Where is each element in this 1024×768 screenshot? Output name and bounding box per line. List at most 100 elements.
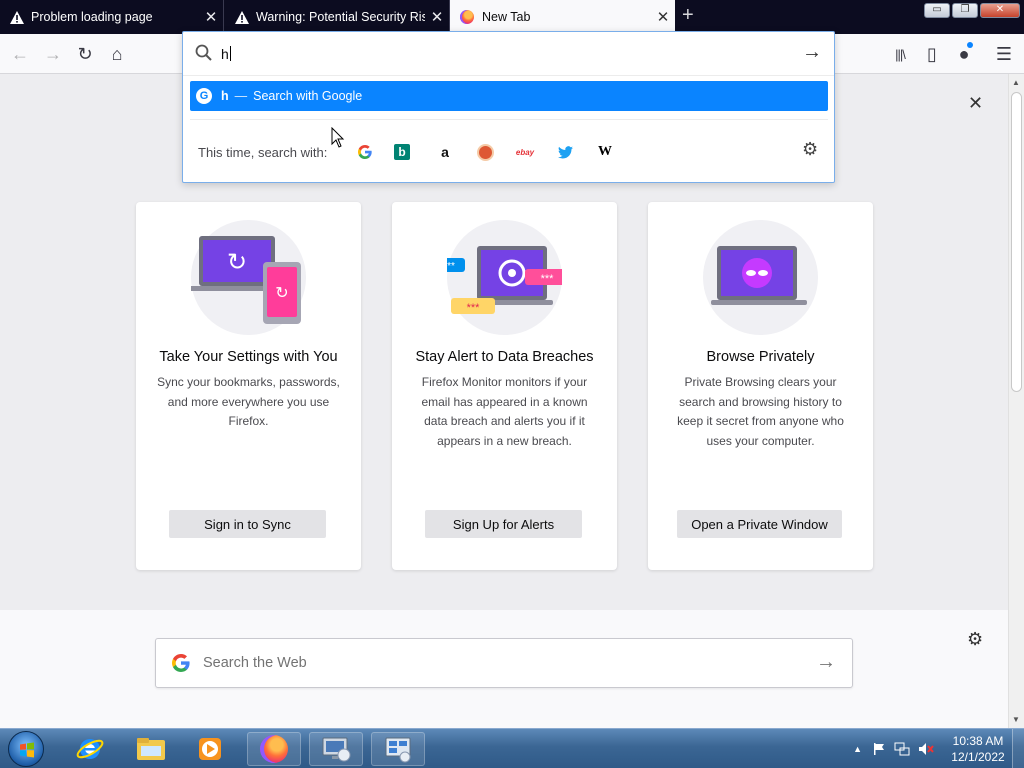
back-button[interactable]: ← xyxy=(8,42,32,66)
suggestion-query: h xyxy=(221,89,229,103)
urlbar-value[interactable]: h xyxy=(221,46,231,62)
monitor-illustration: ** *** *** xyxy=(437,220,569,335)
svg-text:***: *** xyxy=(541,273,555,285)
warning-icon xyxy=(235,10,249,24)
clock-time: 10:38 AM xyxy=(952,734,1004,748)
divider xyxy=(190,119,828,120)
forward-button[interactable]: → xyxy=(41,42,65,66)
duckduckgo-engine-button[interactable] xyxy=(474,141,496,163)
gear-icon[interactable]: ⚙ xyxy=(802,139,818,160)
card-description: Firefox Monitor monitors if your email h… xyxy=(421,375,588,448)
card-title: Browse Privately xyxy=(706,349,815,365)
open-private-window-button[interactable]: Open a Private Window xyxy=(677,510,842,538)
reload-button[interactable]: ↻ xyxy=(73,42,97,66)
tab-label: Warning: Potential Security Risk Ahead xyxy=(256,10,425,24)
card-sync: ↻ ↻ Take Your Settings with You Sync you… xyxy=(136,202,361,570)
wikipedia-engine-button[interactable]: W xyxy=(594,141,616,163)
mouse-cursor-icon xyxy=(331,127,345,148)
tab-close-icon[interactable]: ✕ xyxy=(425,8,449,26)
tab-strip: Problem loading page ✕ Warning: Potentia… xyxy=(0,0,1024,34)
internet-explorer-icon xyxy=(76,739,104,759)
dismiss-cards-button[interactable]: ✕ xyxy=(968,93,983,114)
action-center-flag-icon[interactable] xyxy=(872,742,886,756)
home-button[interactable]: ⌂ xyxy=(105,42,129,66)
urlbar-popup: h → G h — Search with Google This time, … xyxy=(182,31,835,183)
twitter-icon xyxy=(557,145,573,158)
card-private: Browse Privately Private Browsing clears… xyxy=(648,202,873,570)
bing-engine-button[interactable]: b xyxy=(394,144,410,160)
web-search-placeholder: Search the Web xyxy=(203,655,307,671)
card-description: Private Browsing clears your search and … xyxy=(677,375,844,448)
sync-illustration: ↻ ↻ xyxy=(189,220,306,335)
gear-icon[interactable]: ⚙ xyxy=(967,629,983,650)
tab-label: Problem loading page xyxy=(31,10,153,24)
taskbar-internet-explorer[interactable] xyxy=(63,732,117,766)
start-button[interactable] xyxy=(8,731,44,767)
taskbar-network[interactable] xyxy=(371,732,425,766)
suggestion-action: Search with Google xyxy=(253,89,363,103)
tab-label: New Tab xyxy=(482,10,531,24)
network-icon xyxy=(385,737,411,763)
duckduckgo-icon xyxy=(476,143,494,161)
taskbar-firefox[interactable] xyxy=(247,732,301,766)
network-tray-icon[interactable] xyxy=(894,742,910,756)
svg-text:↻: ↻ xyxy=(275,285,288,302)
web-search-box[interactable]: Search the Web → xyxy=(155,638,853,688)
warning-icon xyxy=(10,10,24,24)
twitter-engine-button[interactable] xyxy=(554,141,576,163)
tab-security-warning[interactable]: Warning: Potential Security Risk Ahead ✕ xyxy=(225,0,450,34)
svg-text:***: *** xyxy=(467,302,481,314)
google-icon xyxy=(172,654,190,672)
clock[interactable]: 10:38 AM 12/1/2022 xyxy=(946,733,1010,765)
minimize-button[interactable]: ▭ xyxy=(924,3,950,18)
taskbar-media-player[interactable] xyxy=(183,732,237,766)
search-suggestion-row[interactable]: G h — Search with Google xyxy=(190,81,828,111)
scroll-thumb[interactable] xyxy=(1011,92,1022,392)
google-engine-button[interactable] xyxy=(354,141,376,163)
go-arrow-icon[interactable]: → xyxy=(802,41,822,64)
folder-icon xyxy=(137,738,165,760)
suggestion-separator: — xyxy=(234,89,248,103)
urlbar-input[interactable]: h → xyxy=(183,32,834,76)
volume-muted-icon[interactable] xyxy=(918,742,934,756)
taskbar-remote-desktop[interactable] xyxy=(309,732,363,766)
tab-new-tab[interactable]: New Tab ✕ xyxy=(450,0,675,34)
google-icon xyxy=(358,145,372,159)
card-title: Stay Alert to Data Breaches xyxy=(415,349,594,365)
restore-button[interactable]: ❐ xyxy=(952,3,978,18)
taskbar-windows-explorer[interactable] xyxy=(124,732,178,766)
window-controls: ▭ ❐ ✕ xyxy=(924,3,1020,18)
firefox-icon xyxy=(260,735,288,763)
card-monitor: ** *** *** Stay Alert to Data Breaches F… xyxy=(392,202,617,570)
sidebar-button[interactable]: ▯ xyxy=(920,42,944,66)
windows-logo-icon xyxy=(20,742,34,758)
show-hidden-icons-icon[interactable]: ▲ xyxy=(853,744,862,754)
tab-problem-loading[interactable]: Problem loading page ✕ xyxy=(0,0,224,34)
search-icon xyxy=(195,44,212,61)
menu-button[interactable]: ☰ xyxy=(992,42,1016,66)
google-icon: G xyxy=(196,88,212,104)
sign-in-to-sync-button[interactable]: Sign in to Sync xyxy=(169,510,326,538)
show-desktop-button[interactable] xyxy=(1012,729,1024,768)
scroll-up-icon[interactable]: ▲ xyxy=(1012,78,1020,87)
private-illustration xyxy=(703,220,818,335)
tab-close-icon[interactable]: ✕ xyxy=(651,8,675,26)
svg-text:↻: ↻ xyxy=(227,249,247,276)
sign-up-for-alerts-button[interactable]: Sign Up for Alerts xyxy=(425,510,582,538)
one-off-label: This time, search with: xyxy=(198,145,328,160)
ebay-engine-button[interactable]: ebay xyxy=(514,141,536,163)
svg-text:**: ** xyxy=(447,261,455,272)
search-arrow-icon[interactable]: → xyxy=(816,651,836,674)
amazon-engine-button[interactable]: a xyxy=(434,141,456,163)
library-button[interactable]: |||\ xyxy=(888,42,912,66)
new-tab-button[interactable]: + xyxy=(682,4,694,27)
system-tray: ▲ 10:38 AM 12/1/2022 xyxy=(853,729,1024,768)
tab-close-icon[interactable]: ✕ xyxy=(199,8,223,26)
page-scrollbar[interactable]: ▲ ▼ xyxy=(1008,74,1024,728)
scroll-down-icon[interactable]: ▼ xyxy=(1012,715,1020,724)
close-window-button[interactable]: ✕ xyxy=(980,3,1020,18)
firefox-icon xyxy=(460,10,474,24)
monitor-icon xyxy=(322,737,351,762)
windows-taskbar: ▲ 10:38 AM 12/1/2022 xyxy=(0,728,1024,768)
media-player-icon xyxy=(199,738,221,760)
